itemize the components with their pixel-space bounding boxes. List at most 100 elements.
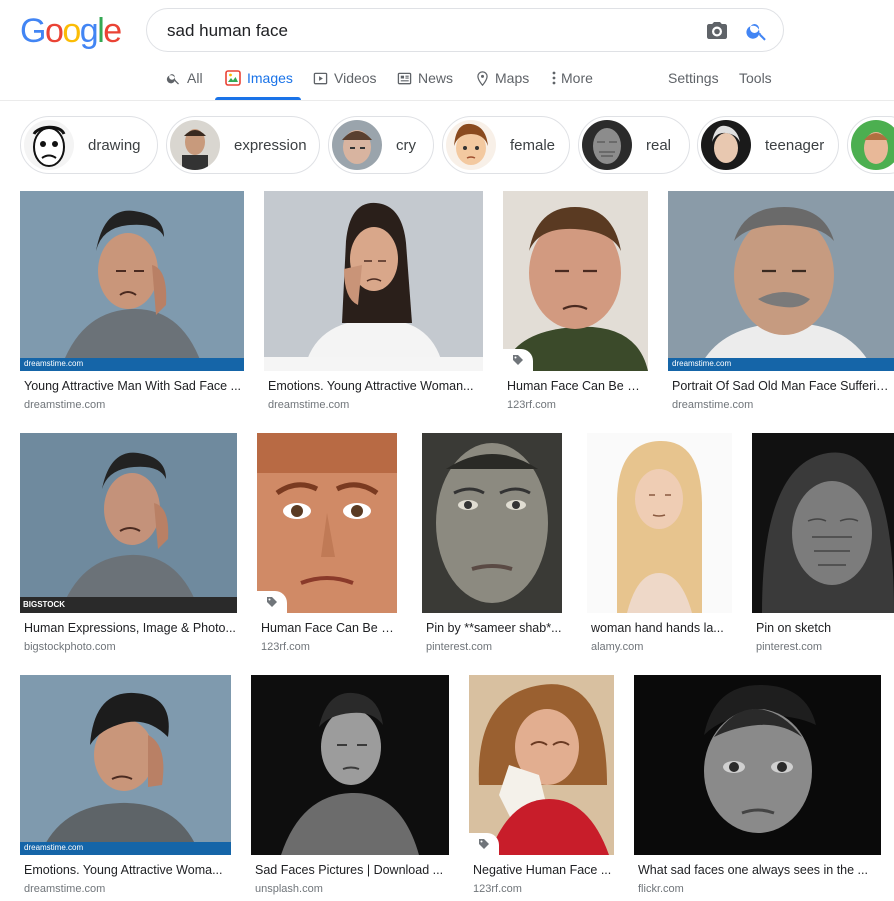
result-thumbnail: dreamstime.com — [20, 675, 231, 855]
watermark-text: dreamstime.com — [24, 359, 84, 368]
result-title[interactable]: Negative Human Face ... — [473, 863, 613, 877]
tab-news[interactable]: News — [397, 60, 453, 100]
chip-expression[interactable]: expression — [166, 116, 320, 174]
result-domain: 123rf.com — [507, 399, 556, 411]
result-title[interactable]: Pin by **sameer shab*... — [426, 621, 562, 635]
result-title[interactable]: What sad faces one always sees in the ..… — [638, 863, 874, 877]
tab-label: News — [418, 70, 454, 86]
result-thumbnail — [469, 675, 614, 855]
result-title[interactable]: Portrait Of Sad Old Man Face Suffering .… — [672, 379, 894, 393]
tab-label: More — [561, 70, 593, 86]
result-title[interactable]: Pin on sketch — [756, 621, 894, 635]
camera-icon[interactable] — [705, 19, 729, 43]
chip-teenager[interactable]: teenager — [697, 116, 839, 174]
result-title[interactable]: woman hand hands la... — [591, 621, 731, 635]
search-icon — [166, 73, 179, 84]
tag-icon — [257, 591, 287, 613]
chip-real[interactable]: real — [578, 116, 690, 174]
chip-label: expression — [234, 136, 307, 154]
result-domain: pinterest.com — [426, 641, 493, 653]
image-result[interactable]: dreamstime.com Young Attractive Man With… — [20, 191, 244, 415]
image-result[interactable]: Human Face Can Be Di... 123rf.com — [257, 433, 397, 657]
result-title[interactable]: Human Face Can Be Di... — [507, 379, 647, 393]
watermark-bar: dreamstime.com — [20, 358, 244, 371]
chip-thumbnail — [332, 120, 382, 170]
chip-label: female — [510, 136, 556, 154]
watermark-text: BIGSTOCK — [23, 600, 66, 609]
watermark-bar: dreamstime.com — [668, 358, 894, 371]
chip-drawing[interactable]: drawing — [20, 116, 158, 174]
tab-videos[interactable]: Videos — [313, 60, 377, 100]
result-title[interactable]: Emotions. Young Attractive Woman... — [268, 379, 480, 393]
result-title[interactable]: Sad Faces Pictures | Download ... — [255, 863, 449, 877]
logo-letter: e — [103, 12, 122, 50]
watermark-text: dreamstime.com — [24, 843, 84, 852]
watermark-bar: BIGSTOCK — [20, 597, 237, 613]
result-thumbnail — [257, 433, 397, 613]
chip-female[interactable]: female — [442, 116, 570, 174]
logo-letter: g — [79, 12, 99, 50]
result-domain: bigstockphoto.com — [24, 641, 116, 653]
result-domain: 123rf.com — [473, 883, 522, 895]
chip-label: cry — [396, 136, 416, 154]
tab-label: Images — [247, 70, 293, 86]
result-title[interactable]: Human Expressions, Image & Photo... — [24, 621, 236, 635]
settings-link[interactable]: Settings — [668, 60, 719, 100]
result-domain: dreamstime.com — [24, 399, 106, 411]
chip-more[interactable] — [847, 116, 894, 174]
tab-label: Maps — [495, 70, 530, 86]
image-icon — [225, 70, 241, 86]
logo-letter: G — [20, 12, 46, 50]
result-thumbnail: dreamstime.com — [20, 191, 244, 371]
chip-thumbnail — [24, 120, 74, 170]
result-title[interactable]: Emotions. Young Attractive Woma... — [24, 863, 230, 877]
image-result[interactable]: woman hand hands la... alamy.com — [587, 433, 732, 657]
tools-link[interactable]: Tools — [739, 60, 772, 100]
tab-all[interactable]: All — [166, 60, 203, 100]
chip-cry[interactable]: cry — [328, 116, 434, 174]
watermark-bar: dreamstime.com — [20, 842, 231, 855]
result-title[interactable]: Young Attractive Man With Sad Face ... — [24, 379, 244, 393]
newspaper-icon — [397, 72, 412, 84]
image-result[interactable]: Human Face Can Be Di... 123rf.com — [503, 191, 648, 415]
search-box — [146, 8, 784, 52]
google-logo[interactable]: Google — [20, 12, 122, 50]
search-icon[interactable] — [745, 19, 769, 43]
header-divider — [0, 100, 894, 101]
image-result[interactable]: Sad Faces Pictures | Download ... unspla… — [251, 675, 449, 899]
result-domain: dreamstime.com — [268, 399, 350, 411]
image-result[interactable]: Pin by **sameer shab*... pinterest.com — [422, 433, 562, 657]
image-result[interactable]: Emotions. Young Attractive Woman... drea… — [264, 191, 483, 415]
tab-more[interactable]: More — [552, 60, 593, 100]
chip-label: teenager — [765, 136, 825, 154]
result-domain: unsplash.com — [255, 883, 323, 895]
result-thumbnail — [251, 675, 449, 855]
tab-label: Settings — [668, 70, 719, 86]
result-thumbnail — [264, 191, 483, 371]
image-result[interactable]: BIGSTOCK Human Expressions, Image & Phot… — [20, 433, 237, 657]
result-thumbnail — [634, 675, 881, 855]
search-input[interactable] — [167, 17, 687, 45]
result-domain: dreamstime.com — [24, 883, 106, 895]
tab-maps[interactable]: Maps — [476, 60, 529, 100]
watermark-bar — [264, 357, 483, 371]
result-thumbnail — [422, 433, 562, 613]
logo-letter: o — [44, 12, 64, 50]
result-thumbnail — [503, 191, 648, 371]
tab-images[interactable]: Images — [215, 60, 301, 100]
result-title[interactable]: Human Face Can Be Di... — [261, 621, 397, 635]
result-domain: dreamstime.com — [672, 399, 754, 411]
image-result[interactable]: dreamstime.com Portrait Of Sad Old Man F… — [668, 191, 894, 415]
video-icon — [313, 72, 328, 84]
result-domain: 123rf.com — [261, 641, 310, 653]
logo-letter: o — [62, 12, 81, 50]
image-result[interactable]: dreamstime.com Emotions. Young Attractiv… — [20, 675, 231, 899]
more-vert-icon — [552, 71, 556, 85]
related-chips: drawing expression cry female real teena… — [0, 116, 894, 176]
image-result[interactable]: Negative Human Face ... 123rf.com — [469, 675, 614, 899]
chip-thumbnail — [851, 120, 894, 170]
image-result[interactable]: Pin on sketch pinterest.com — [752, 433, 894, 657]
image-result[interactable]: What sad faces one always sees in the ..… — [634, 675, 881, 899]
chip-thumbnail — [446, 120, 496, 170]
tab-label: Videos — [334, 70, 377, 86]
